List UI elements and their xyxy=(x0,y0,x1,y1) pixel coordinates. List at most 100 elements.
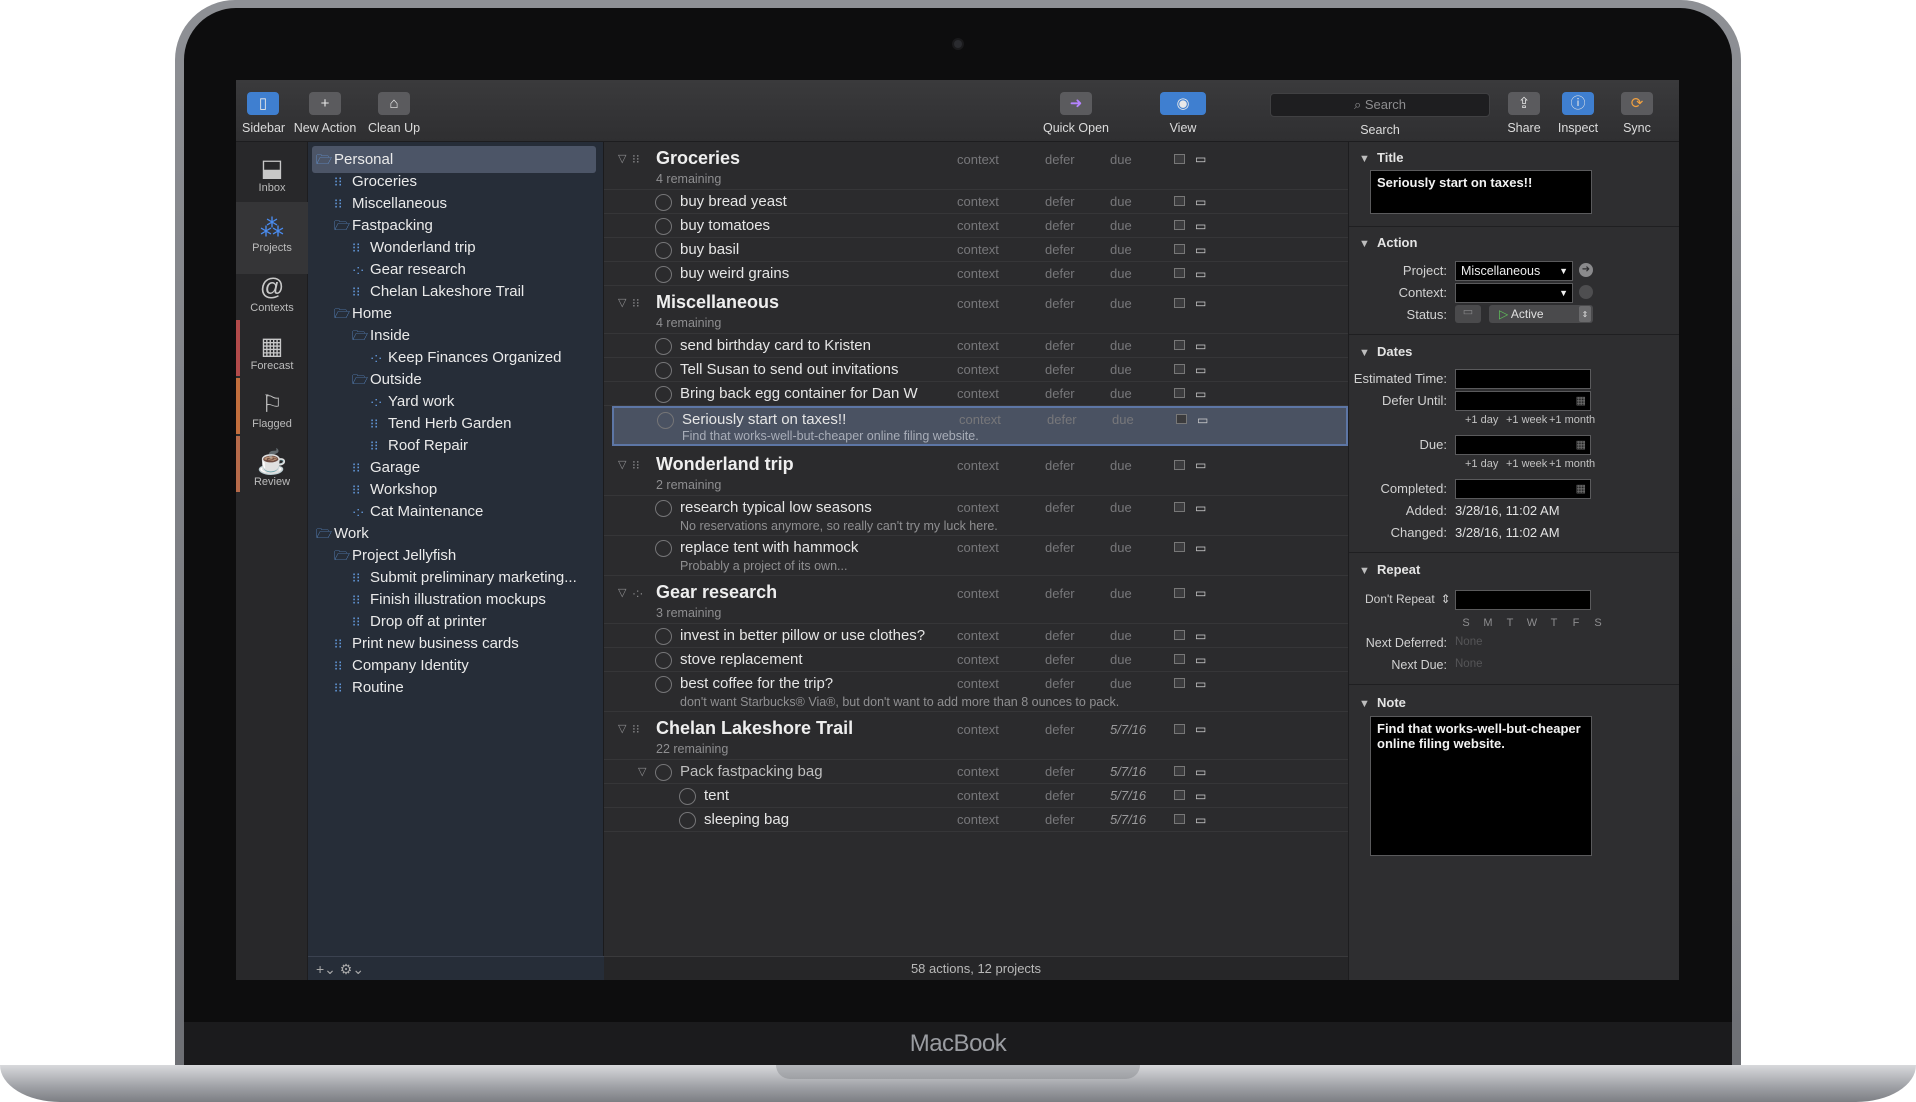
weekday-picker[interactable]: SMTWTFS xyxy=(1455,614,1609,629)
share-button[interactable]: ⇪ Share xyxy=(1502,92,1546,135)
flag-icon[interactable]: ▭ xyxy=(1197,413,1208,427)
due-column[interactable]: 5/7/16 xyxy=(1110,788,1146,803)
quick-open-button[interactable]: ➜ Quick Open xyxy=(1038,92,1114,135)
sidebar-item-cat-maintenance[interactable]: ·:· Cat Maintenance xyxy=(352,498,483,525)
due-column[interactable]: 5/7/16 xyxy=(1110,722,1146,737)
flag-icon[interactable]: ▭ xyxy=(1195,653,1206,667)
flag-icon[interactable]: ▭ xyxy=(1195,677,1206,691)
context-column[interactable]: context xyxy=(957,722,999,737)
table-row[interactable]: tent context defer 5/7/16 ▭ xyxy=(604,784,1348,808)
due-column[interactable]: due xyxy=(1110,194,1132,209)
sync-button[interactable]: ⟳ Sync xyxy=(1616,92,1658,135)
context-column[interactable]: context xyxy=(957,296,999,311)
arrow-go-icon[interactable]: ➜ xyxy=(1579,263,1593,277)
action-title[interactable]: Pack fastpacking bag xyxy=(680,763,823,780)
context-select[interactable]: ▼ xyxy=(1455,283,1573,303)
flag-icon[interactable]: ▭ xyxy=(1195,243,1206,257)
title-section-header[interactable]: ▼ Title xyxy=(1359,150,1404,165)
action-title[interactable]: buy tomatoes xyxy=(680,217,770,234)
action-title[interactable]: Bring back egg container for Dan W xyxy=(680,385,918,402)
defer-column[interactable]: defer xyxy=(1045,362,1075,377)
title-field[interactable]: Seriously start on taxes!! xyxy=(1370,170,1592,214)
arrow-go-icon[interactable] xyxy=(1579,285,1593,299)
flag-icon[interactable]: ▭ xyxy=(1195,789,1206,803)
due-column[interactable]: due xyxy=(1110,540,1132,555)
disclosure-triangle-icon[interactable]: ▽ xyxy=(618,586,626,599)
flag-icon[interactable]: ▭ xyxy=(1195,152,1206,166)
context-column[interactable]: context xyxy=(957,362,999,377)
context-column[interactable]: context xyxy=(957,242,999,257)
flag-icon[interactable]: ▭ xyxy=(1195,541,1206,555)
note-icon[interactable] xyxy=(1174,790,1185,800)
defer-column[interactable]: defer xyxy=(1045,812,1075,827)
flag-icon[interactable]: ▭ xyxy=(1195,458,1206,472)
note-icon[interactable] xyxy=(1174,502,1185,512)
due-plus-day-button[interactable]: +1 day xyxy=(1465,458,1498,470)
weekday-friday[interactable]: F xyxy=(1565,617,1587,629)
defer-column[interactable]: defer xyxy=(1045,586,1075,601)
action-title[interactable]: best coffee for the trip? xyxy=(680,675,833,692)
note-icon[interactable] xyxy=(1174,678,1185,688)
flag-icon[interactable]: ▭ xyxy=(1195,813,1206,827)
checkbox[interactable] xyxy=(657,412,674,429)
table-row[interactable]: best coffee for the trip? don't want Star… xyxy=(604,672,1348,712)
dates-section-header[interactable]: ▼ Dates xyxy=(1359,344,1412,359)
context-column[interactable]: context xyxy=(957,764,999,779)
due-column[interactable]: due xyxy=(1110,586,1132,601)
checkbox[interactable] xyxy=(655,242,672,259)
table-row[interactable]: send birthday card to Kristen context defe… xyxy=(604,334,1348,358)
sidebar-button[interactable]: ▯ Sidebar xyxy=(242,92,285,135)
note-icon[interactable] xyxy=(1174,298,1185,308)
action-title[interactable]: sleeping bag xyxy=(704,811,789,828)
flag-icon[interactable]: ▭ xyxy=(1195,267,1206,281)
action-title[interactable]: research typical low seasons xyxy=(680,499,872,516)
note-icon[interactable] xyxy=(1174,244,1185,254)
flag-icon[interactable]: ▭ xyxy=(1195,339,1206,353)
defer-until-field[interactable]: ▦ xyxy=(1455,391,1591,411)
note-icon[interactable] xyxy=(1174,220,1185,230)
action-title[interactable]: buy basil xyxy=(680,241,739,258)
defer-column[interactable]: defer xyxy=(1045,194,1075,209)
defer-column[interactable]: defer xyxy=(1045,152,1075,167)
due-column[interactable]: due xyxy=(1110,628,1132,643)
project-row[interactable]: ▽ ⁝⁝ Wonderland trip 2 remaining context d… xyxy=(604,448,1348,496)
due-column[interactable]: due xyxy=(1110,266,1132,281)
note-field[interactable]: Find that works-well-but-cheaper online … xyxy=(1370,716,1592,856)
disclosure-triangle-icon[interactable]: ▽ xyxy=(618,296,626,309)
search-input[interactable]: ⌕ Search xyxy=(1270,93,1490,117)
flag-icon[interactable]: ▭ xyxy=(1195,387,1206,401)
defer-plus-week-button[interactable]: +1 week xyxy=(1506,414,1547,426)
defer-column[interactable]: defer xyxy=(1047,412,1077,427)
checkbox[interactable] xyxy=(655,764,672,781)
project-row[interactable]: ▽ ·:· Gear research 3 remaining context de… xyxy=(604,576,1348,624)
table-row[interactable]: buy basil context defer due ▭ xyxy=(604,238,1348,262)
view-button[interactable]: ◉ View xyxy=(1160,92,1206,135)
due-column[interactable]: due xyxy=(1110,152,1132,167)
checkbox[interactable] xyxy=(655,676,672,693)
project-select[interactable]: Miscellaneous ▼ xyxy=(1455,261,1573,281)
defer-column[interactable]: defer xyxy=(1045,722,1075,737)
context-column[interactable]: context xyxy=(957,266,999,281)
due-plus-week-button[interactable]: +1 week xyxy=(1506,458,1547,470)
action-title[interactable]: buy weird grains xyxy=(680,265,789,282)
defer-column[interactable]: defer xyxy=(1045,628,1075,643)
defer-column[interactable]: defer xyxy=(1045,386,1075,401)
repeat-section-header[interactable]: ▼ Repeat xyxy=(1359,562,1420,577)
due-column[interactable]: due xyxy=(1110,218,1132,233)
table-row[interactable]: ▽ Pack fastpacking bag context defer 5/7/16 ▭ xyxy=(604,760,1348,784)
action-title[interactable]: replace tent with hammock xyxy=(680,539,858,556)
context-column[interactable]: context xyxy=(957,218,999,233)
table-row[interactable]: Tell Susan to send out invitations contex… xyxy=(604,358,1348,382)
weekday-tuesday[interactable]: T xyxy=(1499,617,1521,629)
action-title[interactable]: tent xyxy=(704,787,729,804)
outline-footer[interactable]: +⌄ ⚙⌄ xyxy=(308,956,604,980)
note-icon[interactable] xyxy=(1174,340,1185,350)
context-column[interactable]: context xyxy=(957,812,999,827)
due-column[interactable]: 5/7/16 xyxy=(1110,764,1146,779)
defer-plus-month-button[interactable]: +1 month xyxy=(1549,414,1595,426)
checkbox[interactable] xyxy=(655,338,672,355)
table-row[interactable]: invest in better pillow or use clothes? c… xyxy=(604,624,1348,648)
due-column[interactable]: due xyxy=(1110,458,1132,473)
note-icon[interactable] xyxy=(1174,196,1185,206)
defer-column[interactable]: defer xyxy=(1045,218,1075,233)
